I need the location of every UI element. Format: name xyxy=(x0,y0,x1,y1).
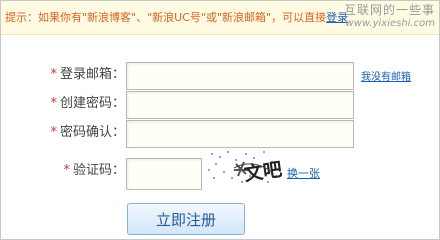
watermark-line-2: www.yixieshi.com xyxy=(345,18,435,29)
confirm-password-row: * 密码确认： xyxy=(0,120,440,148)
email-label: * 登录邮箱： xyxy=(50,62,125,88)
required-mark: * xyxy=(50,125,57,140)
captcha-row: * 验证码： 文吧 换一张 xyxy=(0,151,440,190)
required-mark: * xyxy=(50,67,57,82)
password-label: * 创建密码： xyxy=(50,91,125,117)
tip-message: 提示：如果你有"新浪博客"、"新浪UC号"或"新浪邮箱"，可以直接登录 xyxy=(5,1,348,34)
tip-text: 提示：如果你有"新浪博客"、"新浪UC号"或"新浪邮箱"，可以直接 xyxy=(5,11,327,24)
password-field[interactable] xyxy=(126,91,354,119)
refresh-captcha-link[interactable]: 换一张 xyxy=(287,165,320,181)
captcha-label-text: 验证码： xyxy=(72,163,125,178)
watermark: 互联网的一些事 www.yixieshi.com xyxy=(335,4,435,34)
email-label-text: 登录邮箱： xyxy=(59,67,125,82)
no-email-link[interactable]: 我没有邮箱 xyxy=(361,68,411,83)
email-field[interactable] xyxy=(126,62,354,90)
confirm-password-label: * 密码确认： xyxy=(50,120,125,146)
tip-bar: 提示：如果你有"新浪博客"、"新浪UC号"或"新浪邮箱"，可以直接登录 互联网的… xyxy=(1,1,439,35)
required-mark: * xyxy=(50,96,57,111)
confirm-password-field[interactable] xyxy=(126,120,354,148)
captcha-text: 文吧 xyxy=(243,157,282,185)
required-mark: * xyxy=(63,163,70,178)
captcha-image: 文吧 xyxy=(208,151,282,186)
captcha-field[interactable] xyxy=(126,158,202,190)
captcha-label: * 验证码： xyxy=(63,158,125,184)
confirm-password-label-text: 密码确认： xyxy=(59,125,125,140)
email-row: * 登录邮箱： 我没有邮箱 xyxy=(0,62,440,90)
password-label-text: 创建密码： xyxy=(59,96,125,111)
watermark-line-1: 互联网的一些事 xyxy=(343,3,435,17)
password-row: * 创建密码： xyxy=(0,91,440,119)
register-button[interactable]: 立即注册 xyxy=(127,203,245,235)
